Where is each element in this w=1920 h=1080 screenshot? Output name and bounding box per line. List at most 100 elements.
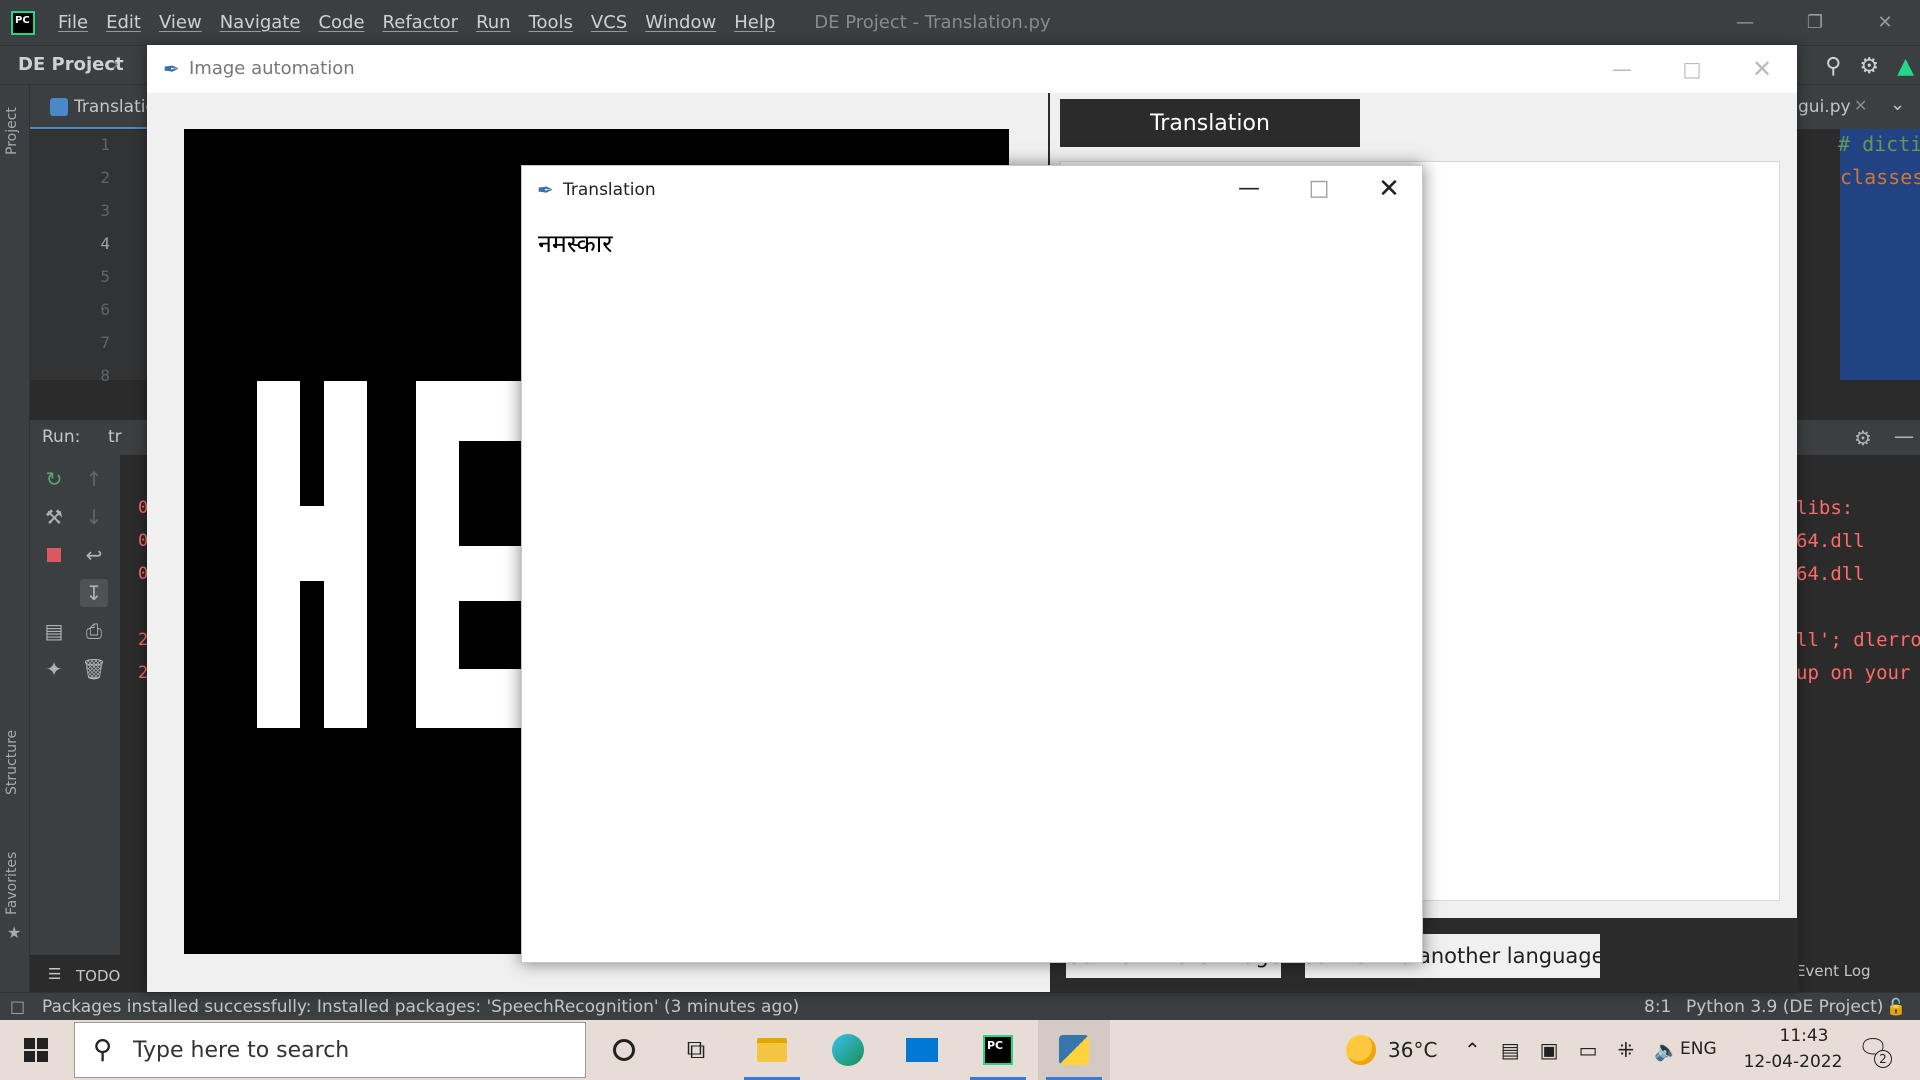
line-number: 8 bbox=[100, 366, 110, 385]
image-maximize-button[interactable]: □ bbox=[1657, 45, 1727, 93]
ide-status-bar: □ Packages installed successfully: Insta… bbox=[0, 992, 1920, 1020]
pycharm-logo-icon: PC bbox=[11, 10, 35, 35]
lock-icon[interactable]: 🔓 bbox=[1886, 997, 1906, 1016]
soft-wrap-icon[interactable]: ↩ bbox=[80, 541, 108, 569]
taskbar-python[interactable] bbox=[1038, 1020, 1110, 1080]
run-toolbar: ↻ ↑ ⚒ ↓ ↩ ↧ ▤ ⎙ ✦ 🗑 bbox=[30, 455, 120, 955]
pin-icon[interactable]: ✦ bbox=[40, 655, 68, 683]
settings-gear-icon[interactable]: ⚙ bbox=[1859, 54, 1879, 79]
image-minimize-button[interactable]: — bbox=[1587, 45, 1657, 93]
rerun-icon[interactable]: ↻ bbox=[40, 465, 68, 493]
translated-text: नमस्कार bbox=[538, 229, 613, 258]
translation-close-button[interactable]: ✕ bbox=[1354, 166, 1424, 211]
right-run-header: ⚙ — bbox=[1796, 420, 1920, 455]
edge-icon bbox=[832, 1034, 864, 1066]
todo-tool-tab[interactable]: TODO bbox=[76, 967, 120, 985]
editor-tab-gui[interactable]: gui.py bbox=[1798, 97, 1851, 117]
tool-windows-icon[interactable]: □ bbox=[10, 997, 25, 1016]
menu-run[interactable]: Run bbox=[467, 12, 520, 33]
python-interpreter[interactable]: Python 3.9 (DE Project) bbox=[1686, 997, 1883, 1017]
monitor-icon[interactable]: ▣ bbox=[1540, 1038, 1559, 1062]
weather-icon[interactable] bbox=[1346, 1035, 1376, 1065]
console-output-line: ll'; dlerro bbox=[1796, 629, 1920, 651]
menu-help[interactable]: Help bbox=[725, 12, 784, 33]
line-number: 1 bbox=[100, 135, 110, 154]
start-button[interactable] bbox=[0, 1020, 72, 1080]
menu-vcs[interactable]: VCS bbox=[582, 12, 636, 33]
code-line: classes bbox=[1840, 165, 1920, 189]
menu-view[interactable]: View bbox=[150, 12, 211, 33]
taskbar-search-box[interactable]: ⚲ Type here to search bbox=[74, 1022, 586, 1078]
menu-window[interactable]: Window bbox=[636, 12, 725, 33]
tab-list-chevron-icon[interactable]: ⌄ bbox=[1890, 94, 1905, 115]
editor-tab-translation[interactable]: Translatic bbox=[74, 97, 155, 117]
project-tool-tab[interactable]: Project bbox=[4, 107, 20, 155]
pycharm-icon: PC bbox=[983, 1035, 1013, 1065]
ide-restore-button[interactable]: ❐ bbox=[1780, 0, 1850, 45]
taskbar-edge[interactable] bbox=[812, 1020, 884, 1080]
clock-time[interactable]: 11:43 bbox=[1760, 1026, 1848, 1046]
event-log-tab[interactable]: Event Log bbox=[1796, 962, 1871, 980]
mail-icon bbox=[906, 1038, 938, 1062]
run-tab-translation[interactable]: tr bbox=[108, 427, 122, 447]
volume-icon[interactable]: 🔈 bbox=[1654, 1038, 1679, 1062]
layout-icon[interactable]: ▤ bbox=[40, 617, 68, 645]
menu-navigate[interactable]: Navigate bbox=[211, 12, 310, 33]
wifi-icon[interactable]: ⁜ bbox=[1617, 1038, 1634, 1062]
menu-refactor[interactable]: Refactor bbox=[374, 12, 468, 33]
cortana-button[interactable] bbox=[588, 1020, 660, 1080]
battery-icon[interactable]: ▭ bbox=[1579, 1038, 1598, 1062]
run-hide-icon[interactable]: — bbox=[1894, 424, 1914, 448]
taskbar-pycharm[interactable]: PC bbox=[962, 1020, 1034, 1080]
menu-tools[interactable]: Tools bbox=[520, 12, 582, 33]
weather-temperature[interactable]: 36°C bbox=[1388, 1038, 1437, 1062]
menu-file[interactable]: File bbox=[49, 12, 97, 33]
clock-date[interactable]: 12-04-2022 bbox=[1738, 1052, 1848, 1072]
favorites-tool-tab[interactable]: Favorites bbox=[4, 852, 20, 915]
tk-feather-icon: ✒ bbox=[537, 178, 554, 202]
ide-minimize-button[interactable]: — bbox=[1710, 0, 1780, 45]
trash-icon[interactable]: 🗑 bbox=[80, 655, 108, 683]
translation-titlebar[interactable]: ✒ Translation — □ ✕ bbox=[522, 166, 1422, 211]
folder-icon bbox=[757, 1038, 787, 1062]
search-everywhere-icon[interactable]: ⚲ bbox=[1825, 54, 1841, 79]
show-hidden-icons-chevron-icon[interactable]: ⌃ bbox=[1464, 1038, 1481, 1062]
line-number: 7 bbox=[100, 333, 110, 352]
python-icon bbox=[1059, 1035, 1089, 1065]
breadcrumb-project[interactable]: DE Project bbox=[18, 54, 124, 75]
menu-edit[interactable]: Edit bbox=[97, 12, 150, 33]
ide-window-title: DE Project - Translation.py bbox=[814, 12, 1051, 33]
up-arrow-icon[interactable]: ↑ bbox=[80, 465, 108, 493]
line-number: 2 bbox=[100, 168, 110, 187]
cursor-position[interactable]: 8:1 bbox=[1644, 997, 1671, 1017]
input-language[interactable]: ENG bbox=[1680, 1039, 1717, 1059]
task-view-button[interactable]: ⧉ bbox=[660, 1020, 732, 1080]
status-message[interactable]: Packages installed successfully: Install… bbox=[42, 997, 799, 1017]
taskbar-file-explorer[interactable] bbox=[736, 1020, 808, 1080]
stop-icon[interactable] bbox=[40, 541, 68, 569]
run-panel-header: Run: tr bbox=[30, 420, 150, 455]
taskbar-mail[interactable] bbox=[886, 1020, 958, 1080]
image-close-button[interactable]: ✕ bbox=[1727, 45, 1797, 93]
console-output-line: up on your bbox=[1796, 662, 1911, 684]
tab-close-icon[interactable]: ✕ bbox=[1854, 96, 1867, 115]
translation-minimize-button[interactable]: — bbox=[1214, 166, 1284, 211]
down-arrow-icon[interactable]: ↓ bbox=[80, 503, 108, 531]
structure-tool-tab[interactable]: Structure bbox=[4, 730, 20, 795]
notification-center-button[interactable]: 🗨 2 bbox=[1856, 1032, 1892, 1068]
meet-now-icon[interactable]: ▤ bbox=[1501, 1038, 1520, 1062]
glyph-stroke bbox=[416, 546, 526, 601]
menu-code[interactable]: Code bbox=[309, 12, 373, 33]
wrench-icon[interactable]: ⚒ bbox=[40, 503, 68, 531]
translation-window: ✒ Translation — □ ✕ नमस्कार bbox=[521, 165, 1423, 963]
translation-maximize-button[interactable]: □ bbox=[1284, 166, 1354, 211]
print-icon[interactable]: ⎙ bbox=[80, 617, 108, 645]
jetbrains-toolbox-icon[interactable]: ▲ bbox=[1897, 54, 1914, 79]
image-automation-titlebar[interactable]: ✒ Image automation — □ ✕ bbox=[147, 45, 1797, 93]
translation-button[interactable]: Translation bbox=[1060, 99, 1360, 147]
run-settings-gear-icon[interactable]: ⚙ bbox=[1854, 426, 1872, 450]
console-output-line: 64.dll bbox=[1796, 530, 1865, 552]
todo-bar: ☰ TODO bbox=[30, 962, 150, 992]
ide-close-button[interactable]: ✕ bbox=[1850, 0, 1920, 45]
scroll-to-end-icon[interactable]: ↧ bbox=[80, 579, 108, 607]
